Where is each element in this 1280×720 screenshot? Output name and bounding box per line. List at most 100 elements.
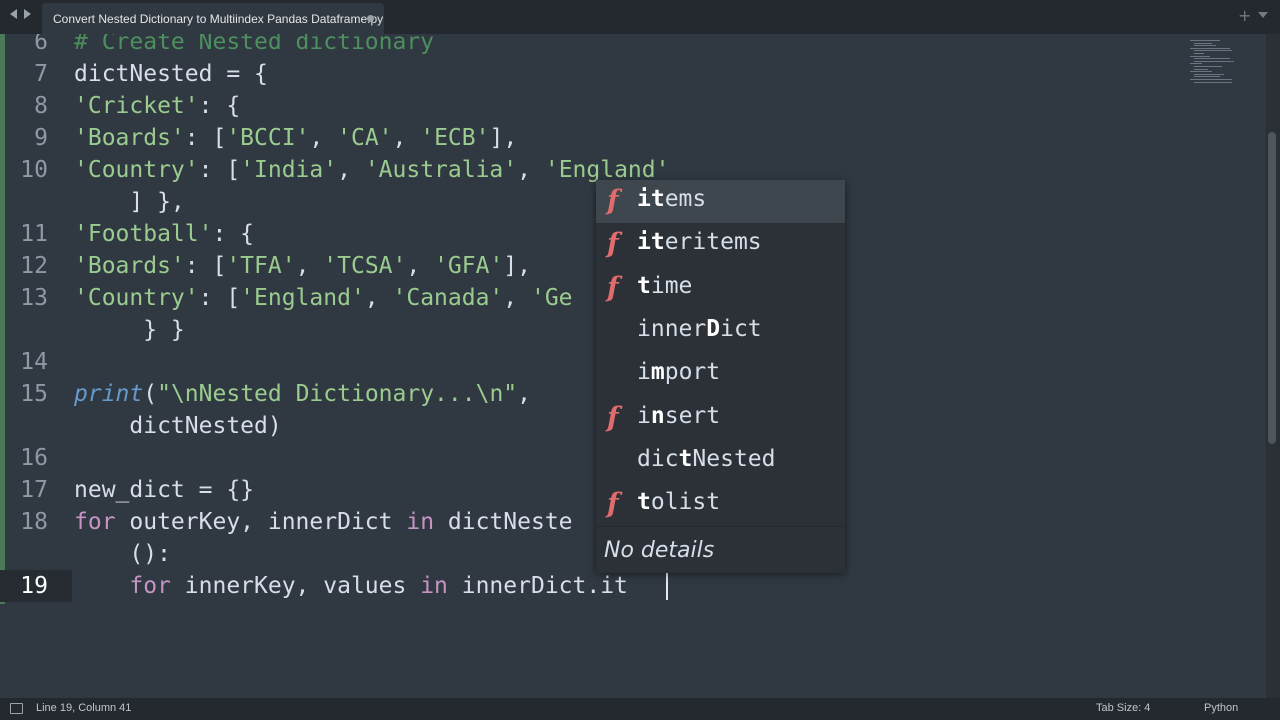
code-text: } }	[74, 314, 185, 346]
code-text: ():	[74, 538, 171, 570]
label-prefix: dic	[637, 445, 679, 472]
code-token: ,	[309, 125, 338, 151]
code-text: for outerKey, innerDict in dictNeste	[74, 506, 573, 538]
label-match: n	[650, 402, 665, 429]
code-text: print("\nNested Dictionary...\n",	[74, 378, 531, 410]
code-token: : [	[184, 125, 227, 151]
minimap-line	[1194, 66, 1222, 67]
line-number: 15	[20, 381, 48, 407]
line-number: 16	[20, 445, 48, 471]
label-match: it	[637, 229, 665, 256]
code-token: new_dict = {}	[74, 477, 255, 503]
code-line[interactable]: 6 # Create Nested dictionary	[0, 34, 1200, 58]
code-token: 'Football'	[74, 221, 213, 247]
tab-size-indicator[interactable]: Tab Size: 4	[1096, 702, 1150, 714]
code-line[interactable]: 19 for innerKey, values in innerDict.it	[0, 570, 1200, 602]
code-token: : {	[198, 93, 241, 119]
scrollbar-thumb[interactable]	[1268, 132, 1276, 444]
minimap-line	[1190, 71, 1212, 73]
autocomplete-details: No details	[596, 526, 845, 573]
text-cursor	[666, 572, 668, 600]
code-token: 'TFA'	[226, 253, 296, 279]
code-token: 'Australia'	[364, 157, 518, 183]
function-kind-icon: f	[607, 271, 619, 303]
autocomplete-details-text: No details	[604, 538, 715, 563]
line-number: 18	[20, 509, 48, 535]
minimap-line	[1194, 60, 1234, 62]
code-token: 'CA'	[337, 125, 393, 151]
code-token: # Create Nested dictionary	[74, 34, 435, 55]
code-token: innerDict.it	[447, 573, 628, 599]
tab-menu-chevron-icon[interactable]	[1258, 12, 1268, 18]
code-token: ,	[364, 285, 393, 311]
file-tab[interactable]: Convert Nested Dictionary to Multiindex …	[42, 3, 384, 34]
code-token: in	[420, 573, 448, 599]
back-arrow-icon[interactable]	[10, 9, 17, 19]
autocomplete-item[interactable]: f time	[596, 267, 845, 310]
code-token: ] },	[74, 189, 185, 215]
minimap-line	[1190, 40, 1220, 41]
code-token: 'India'	[240, 157, 338, 183]
minimap[interactable]	[1190, 40, 1240, 85]
code-token: ],	[503, 253, 532, 279]
autocomplete-popup[interactable]: f items f iteritems f time innerDict import f ins…	[596, 180, 845, 573]
code-text: new_dict = {}	[74, 474, 254, 506]
code-text: 'Country': ['England', 'Canada', 'Ge	[74, 282, 573, 314]
code-token: ],	[489, 125, 518, 151]
code-token: 'Country'	[74, 157, 199, 183]
code-token: : {	[212, 221, 255, 247]
autocomplete-item[interactable]: import	[596, 353, 845, 396]
code-token: (	[143, 381, 158, 407]
label-prefix: inner	[637, 315, 707, 342]
code-line[interactable]: 8 'Cricket': {	[0, 90, 1200, 122]
code-text: 'Country': ['India', 'Australia', 'Engla…	[74, 154, 669, 186]
code-token: dictNested = {	[74, 61, 268, 87]
label-match: it	[637, 186, 665, 212]
label-rest: olist	[650, 489, 721, 516]
cursor-position[interactable]: Line 19, Column 41	[36, 702, 131, 714]
autocomplete-item-label: innerDict	[637, 316, 762, 342]
code-text: ] },	[74, 186, 185, 218]
autocomplete-item[interactable]: dictNested	[596, 440, 845, 483]
label-rest: ems	[664, 186, 707, 212]
label-rest: Nested	[692, 445, 776, 472]
code-token: ,	[517, 381, 531, 407]
code-token: for	[74, 509, 116, 535]
unsaved-dot-icon[interactable]	[367, 15, 374, 22]
syntax-indicator[interactable]: Python	[1204, 702, 1238, 714]
autocomplete-item[interactable]: f items	[596, 180, 845, 223]
autocomplete-item[interactable]: f insert	[596, 397, 845, 440]
code-text: # Create Nested dictionary	[74, 34, 434, 58]
autocomplete-item[interactable]: innerDict	[596, 310, 845, 353]
code-token: ,	[406, 253, 435, 279]
status-bar: Line 19, Column 41 Tab Size: 4 Python	[0, 698, 1280, 720]
line-number: 17	[20, 477, 48, 503]
label-rest: eritems	[664, 229, 762, 256]
panel-toggle-icon[interactable]	[10, 703, 23, 714]
line-number: 13	[20, 285, 48, 311]
minimap-line	[1194, 50, 1232, 52]
code-token: ():	[74, 541, 171, 567]
autocomplete-item-label: iteritems	[637, 229, 762, 255]
minimap-line	[1194, 76, 1220, 78]
autocomplete-item[interactable]: f tolist	[596, 483, 845, 526]
autocomplete-item[interactable]: f iteritems	[596, 223, 845, 266]
label-rest: sert	[664, 402, 721, 429]
code-token: print	[74, 381, 144, 407]
line-number: 19	[20, 573, 48, 599]
code-line[interactable]: 9 'Boards': ['BCCI', 'CA', 'ECB'],	[0, 122, 1200, 154]
label-match: m	[650, 359, 665, 386]
minimap-line	[1194, 68, 1208, 70]
forward-arrow-icon[interactable]	[24, 9, 31, 19]
minimap-line	[1190, 47, 1230, 49]
code-token: ,	[295, 253, 324, 279]
code-token: 'TCSA'	[323, 253, 407, 279]
code-token: 'ECB'	[420, 125, 490, 151]
new-tab-icon[interactable]: +	[1238, 6, 1251, 25]
label-rest: ime	[650, 272, 693, 299]
line-number: 9	[34, 125, 48, 151]
label-match: D	[706, 315, 721, 342]
line-number: 10	[20, 157, 48, 183]
code-line[interactable]: 7 dictNested = {	[0, 58, 1200, 90]
label-rest: port	[664, 359, 721, 386]
